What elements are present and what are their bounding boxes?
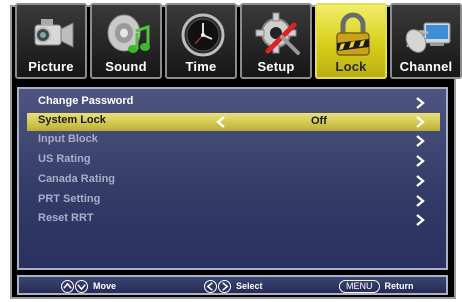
tab-label: Channel xyxy=(399,59,453,74)
chevron-right-icon xyxy=(416,214,425,226)
tab-label: Setup xyxy=(257,59,295,74)
menu-item-change-password[interactable]: Change Password xyxy=(27,94,440,112)
hint-move: Move xyxy=(61,279,116,293)
menu-item-input-block[interactable]: Input Block xyxy=(27,132,440,150)
camcorder-icon xyxy=(34,19,74,48)
menu-item-us-rating[interactable]: US Rating xyxy=(27,152,440,170)
button-hint-bar: Move Select MENU Return xyxy=(17,275,448,295)
chevron-right-icon xyxy=(416,195,425,207)
hint-label: Select xyxy=(236,281,263,291)
chevron-right-icon[interactable] xyxy=(414,115,426,129)
menu-item-label: PRT Setting xyxy=(38,193,101,205)
hint-select: Select xyxy=(204,279,263,293)
hint-label: Move xyxy=(93,281,117,291)
hint-label: Return xyxy=(384,281,414,291)
menu-item-label: Reset RRT xyxy=(38,212,94,224)
menu-item-label: US Rating xyxy=(38,153,91,165)
up-arrow-key-icon xyxy=(61,279,74,293)
menu-item-prt-setting[interactable]: PRT Setting xyxy=(27,192,440,210)
speaker-music-icon xyxy=(107,14,150,53)
chevron-right-icon xyxy=(416,175,425,187)
menu-item-canada-rating[interactable]: Canada Rating xyxy=(27,172,440,190)
menu-item-system-lock[interactable]: System Lock Off xyxy=(27,113,440,131)
menu-item-label: Input Block xyxy=(38,133,98,145)
chevron-right-icon xyxy=(416,97,425,109)
down-arrow-key-icon xyxy=(75,279,88,293)
tab-channel[interactable]: Channel xyxy=(390,3,462,79)
tab-sound[interactable]: Sound xyxy=(90,3,162,79)
tab-label: Time xyxy=(185,59,217,74)
tab-picture[interactable]: Picture xyxy=(15,3,87,79)
tab-lock[interactable]: Lock xyxy=(315,3,387,79)
tools-icon xyxy=(255,12,300,55)
menu-item-label: System Lock xyxy=(38,114,106,126)
menu-item-label: Change Password xyxy=(38,95,134,107)
system-lock-value: Off xyxy=(311,115,327,127)
tab-setup[interactable]: Setup xyxy=(240,3,312,79)
hint-return: MENU Return xyxy=(339,279,414,293)
menu-key-icon: MENU xyxy=(339,279,380,293)
satellite-dish-icon xyxy=(405,22,451,53)
tab-label: Sound xyxy=(105,59,147,74)
chevron-left-icon[interactable] xyxy=(215,115,227,129)
tab-time[interactable]: Time xyxy=(165,3,237,79)
left-arrow-key-icon xyxy=(204,279,217,293)
menu-tab-bar: Picture Sound Time Setup Lock Channel xyxy=(8,3,462,79)
right-arrow-key-icon xyxy=(218,279,231,293)
tab-label: Lock xyxy=(335,59,367,74)
tab-label: Picture xyxy=(28,59,74,74)
chevron-right-icon xyxy=(416,155,425,167)
menu-item-reset-rrt[interactable]: Reset RRT xyxy=(27,211,440,229)
menu-item-label: Canada Rating xyxy=(38,173,116,185)
clock-icon xyxy=(181,13,225,57)
padlock-icon xyxy=(336,12,370,56)
lock-menu-panel: Change Password System Lock Off Input Bl… xyxy=(17,87,448,270)
chevron-right-icon xyxy=(416,135,425,147)
